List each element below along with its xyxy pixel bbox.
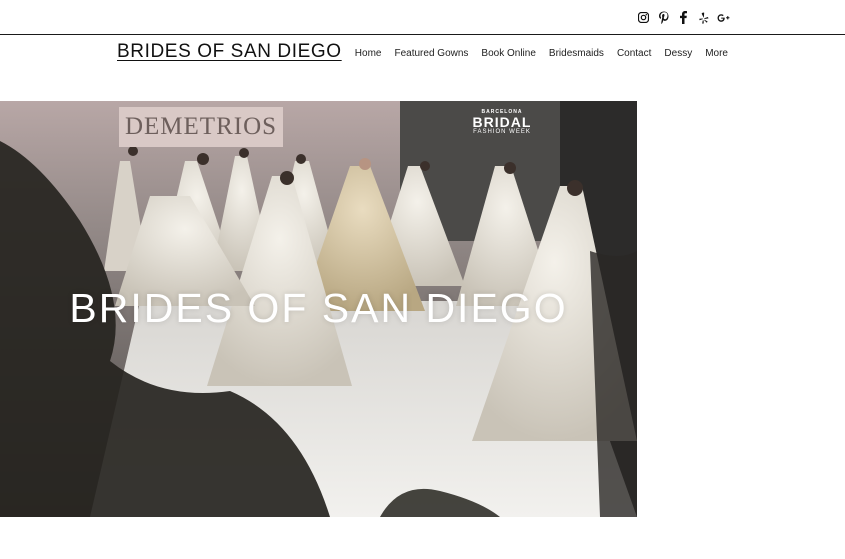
logo-line-3: FASHION WEEK — [473, 129, 531, 135]
nav-item-book-online[interactable]: Book Online — [475, 48, 542, 59]
instagram-icon[interactable] — [637, 11, 650, 24]
nav-item-dessy[interactable]: Dessy — [658, 48, 699, 59]
hero-video[interactable]: DEMETRIOS BARCELONA BRIDAL FASHION WEEK … — [0, 101, 637, 517]
nav-item-bridesmaids[interactable]: Bridesmaids — [542, 48, 610, 59]
logo-line-2: BRIDAL — [472, 114, 532, 130]
google-plus-icon[interactable] — [717, 11, 730, 24]
backdrop-sign: DEMETRIOS — [119, 107, 283, 147]
main-nav: Home Featured Gowns Book Online Bridesma… — [348, 48, 728, 59]
bridal-week-logo: BARCELONA BRIDAL FASHION WEEK — [467, 109, 537, 135]
site-title-link[interactable]: BRIDES OF SAN DIEGO — [117, 41, 342, 63]
site-header: BRIDES OF SAN DIEGO Home Featured Gowns … — [0, 35, 845, 75]
yelp-icon[interactable] — [697, 11, 710, 24]
facebook-icon[interactable] — [677, 11, 690, 24]
nav-item-more[interactable]: More — [699, 48, 728, 59]
social-icons — [637, 11, 730, 24]
nav-item-contact[interactable]: Contact — [610, 48, 657, 59]
nav-item-featured-gowns[interactable]: Featured Gowns — [388, 48, 475, 59]
hero-title: BRIDES OF SAN DIEGO — [69, 285, 568, 331]
pinterest-icon[interactable] — [657, 11, 670, 24]
nav-item-home[interactable]: Home — [348, 48, 388, 59]
social-bar — [0, 0, 845, 35]
